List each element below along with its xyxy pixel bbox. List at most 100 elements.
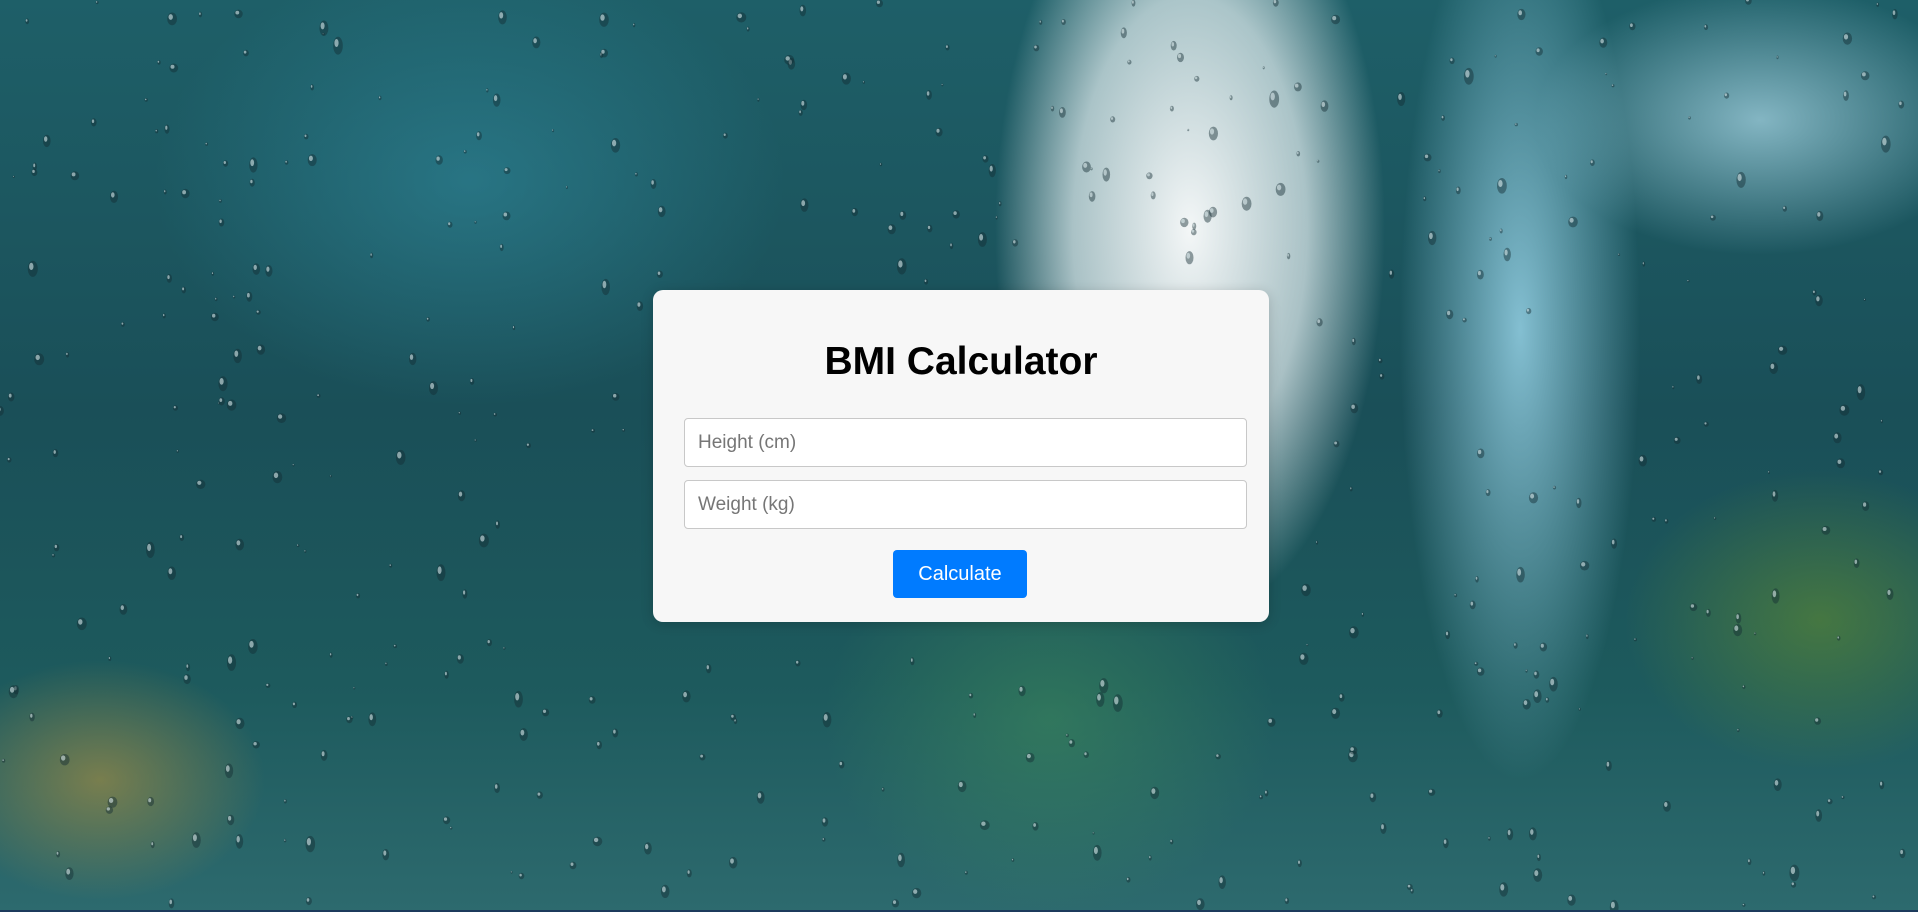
raindrop <box>800 198 809 212</box>
bmi-calculator-card: BMI Calculator Calculate <box>653 290 1269 622</box>
raindrop <box>1061 19 1066 25</box>
raindrop <box>1862 501 1870 511</box>
raindrop <box>591 428 595 433</box>
raindrop <box>443 816 451 825</box>
raindrop <box>368 712 377 727</box>
raindrop <box>1841 795 1845 800</box>
height-input[interactable] <box>684 418 1247 467</box>
raindrop <box>1018 685 1026 697</box>
raindrop <box>1331 707 1341 719</box>
raindrop <box>272 471 283 484</box>
raindrop <box>1477 269 1484 280</box>
raindrop <box>1664 518 1669 524</box>
raindrop <box>1629 22 1636 31</box>
raindrop <box>1710 214 1716 221</box>
raindrop <box>1338 693 1345 702</box>
raindrop <box>982 155 989 163</box>
raindrop <box>706 664 712 674</box>
raindrop <box>356 593 361 599</box>
raindrop <box>1065 733 1069 738</box>
raindrop <box>800 99 808 111</box>
raindrop <box>265 683 271 688</box>
raindrop <box>995 215 998 220</box>
raindrop <box>1441 115 1445 121</box>
raindrop <box>1578 707 1581 711</box>
weight-input[interactable] <box>684 480 1247 529</box>
raindrop <box>1590 159 1595 166</box>
raindrop <box>1032 822 1039 831</box>
raindrop <box>65 867 74 880</box>
raindrop <box>249 157 258 173</box>
calculate-button[interactable]: Calculate <box>893 550 1027 598</box>
raindrop <box>1843 90 1849 101</box>
raindrop <box>1863 298 1867 302</box>
raindrop <box>235 717 245 730</box>
raindrop <box>462 589 468 599</box>
raindrop <box>964 870 968 875</box>
raindrop <box>1397 92 1406 106</box>
raindrop <box>1177 52 1184 63</box>
raindrop <box>353 686 356 690</box>
raindrop <box>1605 72 1608 76</box>
raindrop <box>1099 678 1109 694</box>
raindrop <box>234 9 243 19</box>
raindrop <box>1737 728 1740 733</box>
raindrop <box>1529 827 1537 841</box>
raindrop <box>1617 253 1621 256</box>
raindrop <box>499 243 504 252</box>
raindrop <box>409 352 417 366</box>
raindrop <box>1012 239 1019 247</box>
raindrop <box>1275 182 1286 196</box>
raindrop <box>1688 116 1691 120</box>
raindrop <box>636 301 644 311</box>
raindrop <box>303 133 309 140</box>
raindrop <box>1296 151 1301 157</box>
raindrop <box>252 741 260 749</box>
raindrop <box>1259 795 1263 800</box>
raindrop <box>1477 448 1485 459</box>
raindrop <box>76 617 87 631</box>
raindrop <box>53 543 60 552</box>
raindrop <box>957 780 967 793</box>
raindrop <box>1526 308 1532 315</box>
raindrop <box>897 258 907 275</box>
raindrop <box>232 295 236 299</box>
raindrop <box>1839 404 1850 416</box>
raindrop <box>1525 669 1528 673</box>
raindrop <box>1533 868 1543 882</box>
raindrop <box>248 639 258 654</box>
raindrop <box>218 218 225 227</box>
raindrop <box>1131 0 1136 7</box>
raindrop <box>1762 871 1766 876</box>
raindrop <box>305 835 316 853</box>
raindrop <box>757 97 760 102</box>
raindrop <box>1535 47 1543 56</box>
raindrop <box>218 376 228 392</box>
raindrop <box>1331 14 1341 25</box>
raindrop <box>458 411 462 415</box>
raindrop <box>542 708 550 717</box>
raindrop <box>1642 261 1646 267</box>
raindrop <box>599 12 609 27</box>
raindrop <box>862 80 865 84</box>
raindrop <box>1499 882 1509 897</box>
raindrop <box>486 639 492 647</box>
raindrop <box>1297 859 1302 868</box>
raindrop <box>1776 55 1779 60</box>
raindrop <box>1463 67 1474 85</box>
raindrop <box>168 898 175 909</box>
raindrop <box>447 221 453 228</box>
raindrop <box>1349 486 1353 492</box>
raindrop <box>51 553 56 558</box>
raindrop <box>1651 516 1657 522</box>
raindrop <box>935 127 943 137</box>
raindrop <box>998 201 1002 207</box>
raindrop <box>1096 692 1105 707</box>
raindrop <box>952 210 960 219</box>
raindrop <box>1462 317 1467 323</box>
raindrop <box>252 263 261 275</box>
raindrop <box>226 399 237 411</box>
raindrop <box>1522 699 1531 710</box>
raindrop <box>0 405 4 416</box>
raindrop <box>1351 337 1356 346</box>
